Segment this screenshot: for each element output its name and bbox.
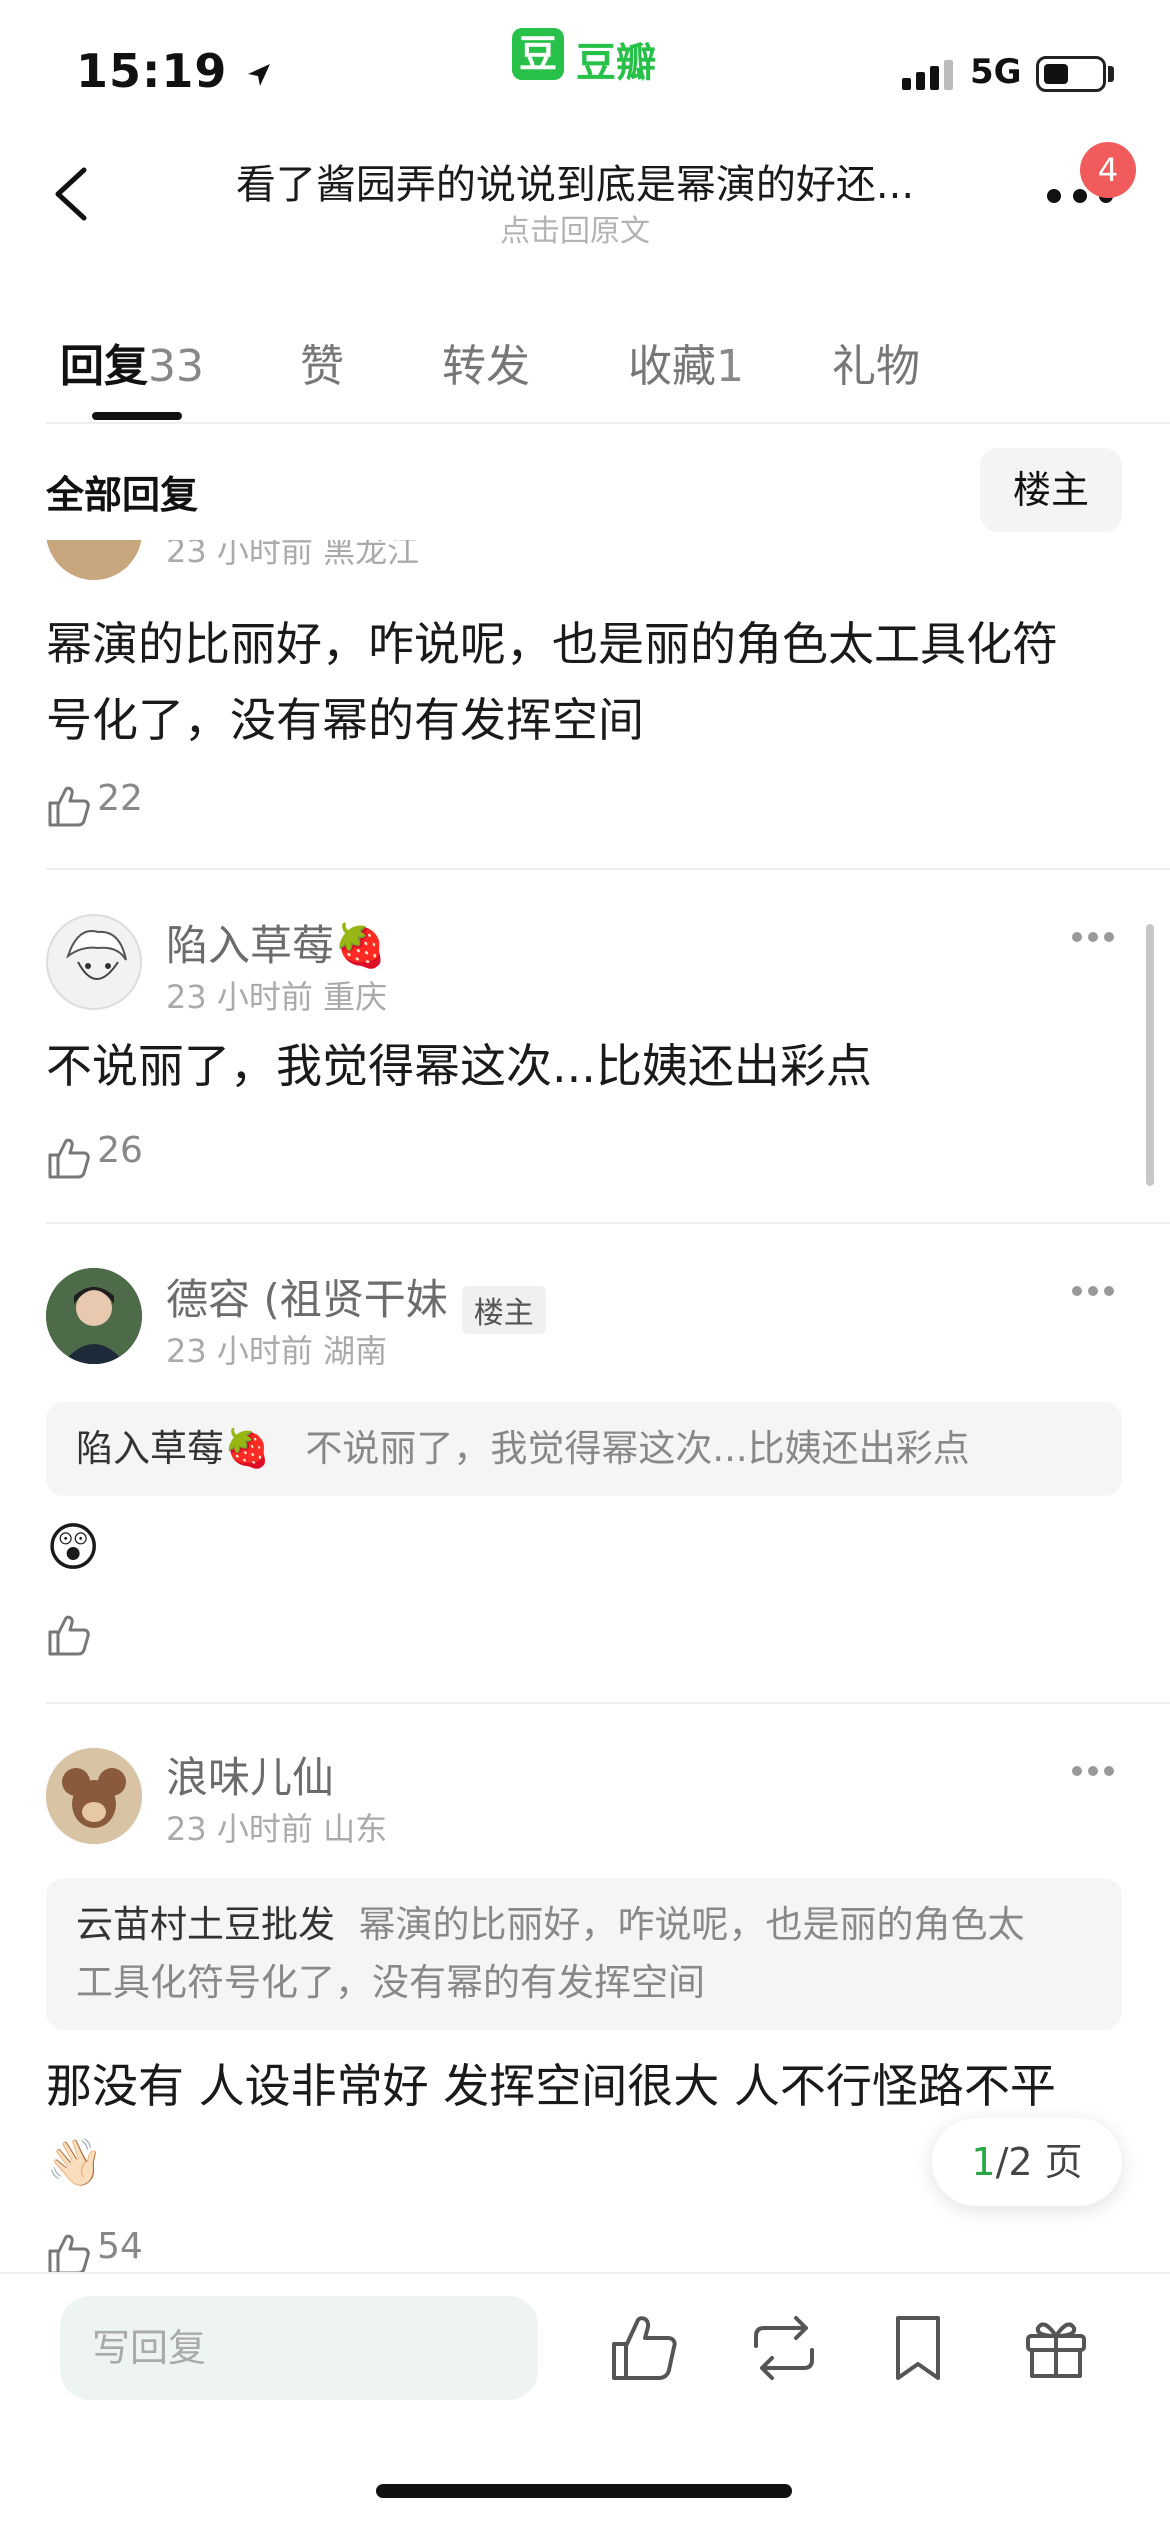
active-tab-indicator: [92, 412, 182, 420]
quoted-reply[interactable]: 云苗村土豆批发 幂演的比丽好，咋说呢，也是丽的角色太 工具化符号化了，没有幂的有…: [46, 1878, 1122, 2030]
comment-text: 幂演的比丽好，咋说呢，也是丽的角色太工具化符 号化了，没有幂的有发挥空间: [46, 617, 1058, 747]
thumbs-up-icon[interactable]: [606, 2310, 682, 2386]
thumbs-up-icon: [48, 1615, 90, 1656]
back-icon[interactable]: [44, 164, 104, 224]
like-button[interactable]: [46, 1612, 92, 1658]
tab-collections[interactable]: 收藏1: [628, 330, 744, 394]
page-indicator[interactable]: 1/2 页: [932, 2118, 1122, 2206]
divider: [46, 1702, 1170, 1704]
back-to-original-link[interactable]: 点击回原文: [150, 206, 1000, 250]
comment-meta: 23 小时前 重庆: [166, 978, 388, 1016]
thumbs-up-icon: [48, 786, 90, 826]
page-title[interactable]: 看了酱园弄的说说到底是幂演的好还...: [150, 152, 1000, 210]
douban-logo: 豆: [512, 28, 564, 80]
like-button[interactable]: 54: [46, 2226, 143, 2277]
repost-icon[interactable]: [746, 2310, 822, 2386]
avatar-cartoon: [46, 1748, 142, 1844]
comment-text: 不说丽了，我觉得幂这次...比姨还出彩点: [46, 1039, 872, 1093]
tab-reposts[interactable]: 转发: [442, 330, 530, 394]
comment-text: 😲: [46, 1518, 101, 1578]
avatar[interactable]: [46, 540, 142, 580]
battery-icon: [1036, 56, 1106, 92]
like-button[interactable]: 22: [46, 778, 143, 829]
gift-icon[interactable]: [1018, 2310, 1094, 2386]
comment-meta: 23 小时前 山东: [166, 1810, 388, 1848]
divider: [46, 422, 1170, 424]
avatar-photo: [46, 1268, 142, 1364]
comment-more-icon[interactable]: [1070, 1764, 1116, 1778]
thumbs-up-icon: [48, 1138, 90, 1178]
comment-more-icon[interactable]: [1070, 1284, 1116, 1298]
tab-replies[interactable]: 回复33: [60, 330, 204, 394]
comment-meta: 23 小时前 黑龙江: [166, 540, 420, 570]
quoted-reply[interactable]: 陷入草莓🍓 不说丽了，我觉得幂这次...比姨还出彩点: [46, 1402, 1122, 1496]
comment-more-icon[interactable]: [1070, 930, 1116, 944]
comment-username[interactable]: 陷入草莓🍓: [166, 912, 386, 973]
avatar-illustration: [66, 930, 127, 980]
network-type: 5G: [970, 52, 1022, 92]
all-replies-heading: 全部回复: [46, 473, 199, 517]
comment-1-header-clip: 23 小时前 黑龙江: [0, 540, 1170, 580]
avatar[interactable]: [46, 1268, 142, 1364]
divider: [46, 868, 1170, 870]
comment-username[interactable]: 德容 (祖贤干妹: [166, 1275, 448, 1324]
battery-cap: [1108, 66, 1114, 82]
status-time: 15:19: [76, 44, 274, 98]
tab-gifts[interactable]: 礼物: [832, 330, 920, 394]
avatar[interactable]: [46, 1748, 142, 1844]
comment-meta: 23 小时前 湖南: [166, 1332, 388, 1370]
comment-user-row: 德容 (祖贤干妹 楼主: [166, 1266, 546, 1334]
op-tag: 楼主: [461, 1285, 546, 1334]
thumbs-up-icon: [48, 2234, 90, 2274]
home-indicator[interactable]: [376, 2484, 792, 2498]
avatar[interactable]: [46, 914, 142, 1010]
signal-icon: [902, 60, 953, 90]
divider: [46, 1222, 1170, 1224]
like-button[interactable]: 26: [46, 1130, 143, 1181]
app-name: 豆瓣: [576, 40, 656, 86]
tab-likes[interactable]: 赞: [300, 330, 344, 394]
navigation-arrow-icon: [248, 63, 271, 86]
bookmark-icon[interactable]: [880, 2310, 956, 2386]
scrollbar[interactable]: [1146, 924, 1154, 1186]
op-only-button[interactable]: 楼主: [980, 448, 1122, 532]
comment-username[interactable]: 浪味儿仙: [166, 1744, 334, 1805]
notification-badge: 4: [1080, 142, 1136, 198]
reply-input[interactable]: 写回复: [60, 2296, 538, 2400]
